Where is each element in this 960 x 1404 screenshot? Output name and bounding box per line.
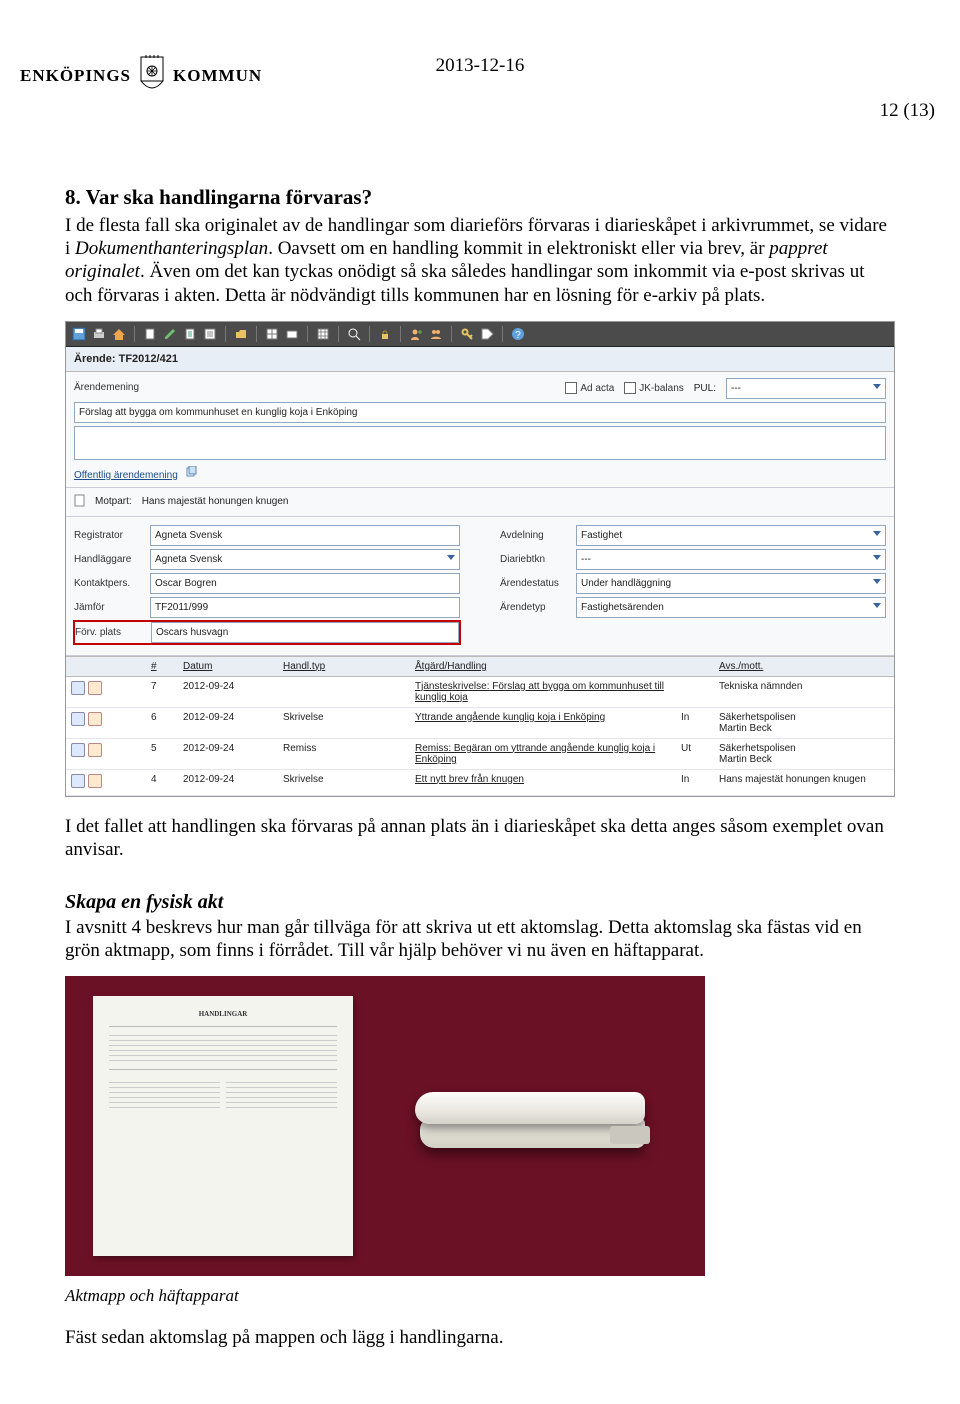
section-8-title: 8. Var ska handlingarna förvaras? bbox=[65, 185, 895, 210]
diariebtkn-select[interactable]: --- bbox=[576, 549, 886, 570]
col-handltyp[interactable]: Handl.typ bbox=[278, 656, 378, 676]
photo-aktmapp: HANDLINGAR bbox=[65, 976, 705, 1276]
kontakt-input[interactable]: Oscar Bogren bbox=[150, 573, 460, 594]
tag-icon[interactable] bbox=[480, 327, 494, 341]
col-atgard[interactable]: Åtgärd/Handling bbox=[410, 656, 676, 676]
org-left: ENKÖPINGS bbox=[20, 66, 131, 85]
jk-balans-checkbox[interactable]: JK-balans bbox=[624, 382, 683, 394]
help-icon[interactable]: ? bbox=[511, 327, 525, 341]
row-trash-icon[interactable] bbox=[71, 743, 85, 757]
arendestatus-select[interactable]: Under handläggning bbox=[576, 573, 886, 594]
table-row[interactable]: 5 2012-09-24 Remiss Remiss: Begäran om y… bbox=[66, 738, 894, 769]
handlingar-table: # Datum Handl.typ Åtgärd/Handling Avs./m… bbox=[66, 656, 894, 796]
photo-stapler bbox=[415, 1086, 650, 1158]
diariebtkn-label: Diariebtkn bbox=[500, 554, 570, 565]
row-trash-icon[interactable] bbox=[71, 681, 85, 695]
app-screenshot: ? Ärende: TF2012/421 Ärendemening Ad act… bbox=[65, 321, 895, 797]
ad-acta-checkbox[interactable]: Ad acta bbox=[565, 382, 614, 394]
edit-icon[interactable] bbox=[163, 327, 177, 341]
print-icon[interactable] bbox=[92, 327, 106, 341]
arendemening-label: Ärendemening bbox=[74, 382, 139, 393]
lock-icon[interactable] bbox=[378, 327, 392, 341]
after-screenshot-para: I det fallet att handlingen ska förvaras… bbox=[65, 815, 895, 861]
list-icon[interactable] bbox=[203, 327, 217, 341]
row-trash-icon[interactable] bbox=[71, 712, 85, 726]
kontakt-label: Kontaktpers. bbox=[74, 578, 144, 589]
copy-icon[interactable] bbox=[185, 470, 197, 481]
crest-icon bbox=[138, 55, 166, 100]
save-icon[interactable] bbox=[72, 327, 86, 341]
row-open-icon[interactable] bbox=[88, 774, 102, 788]
col-avs[interactable]: Avs./mott. bbox=[714, 656, 894, 676]
card-icon[interactable] bbox=[285, 327, 299, 341]
page-indicator: 12 (13) bbox=[880, 100, 935, 122]
skapa-para: I avsnitt 4 beskrevs hur man går tillväg… bbox=[65, 916, 895, 962]
user-add-icon[interactable] bbox=[409, 327, 423, 341]
avdelning-select[interactable]: Fastighet bbox=[576, 525, 886, 546]
avdelning-label: Avdelning bbox=[500, 530, 570, 541]
col-datum[interactable]: Datum bbox=[178, 656, 278, 676]
arendestatus-label: Ärendestatus bbox=[500, 578, 570, 589]
final-line: Fäst sedan aktomslag på mappen och lägg … bbox=[65, 1326, 895, 1349]
arendetyp-label: Ärendetyp bbox=[500, 602, 570, 613]
table-header-row: # Datum Handl.typ Åtgärd/Handling Avs./m… bbox=[66, 656, 894, 676]
registrator-label: Registrator bbox=[74, 530, 144, 541]
org-right: KOMMUN bbox=[173, 66, 262, 85]
org-logo: ENKÖPINGS KOMMUN bbox=[20, 55, 280, 100]
table-row[interactable]: 7 2012-09-24 Tjänsteskrivelse: Förslag a… bbox=[66, 676, 894, 707]
table-row[interactable]: 4 2012-09-24 Skrivelse Ett nytt brev frå… bbox=[66, 769, 894, 795]
registrator-input[interactable]: Agneta Svensk bbox=[150, 525, 460, 546]
doc-icon bbox=[74, 494, 85, 510]
forvplats-input[interactable]: Oscars husvagn bbox=[151, 622, 459, 643]
arendetyp-select[interactable]: Fastighetsärenden bbox=[576, 597, 886, 618]
row-open-icon[interactable] bbox=[88, 712, 102, 726]
section-8-para: I de flesta fall ska originalet av de ha… bbox=[65, 214, 895, 307]
offentlig-link[interactable]: Offentlig ärendemening bbox=[74, 470, 178, 481]
note-icon[interactable] bbox=[183, 327, 197, 341]
folder-icon[interactable] bbox=[234, 327, 248, 341]
arendemening-input[interactable]: Förslag att bygga om kommunhuset en kung… bbox=[74, 402, 886, 423]
photo-caption: Aktmapp och häftapparat bbox=[65, 1286, 895, 1306]
arendemening-extra[interactable] bbox=[74, 426, 886, 460]
table-row[interactable]: 6 2012-09-24 Skrivelse Yttrande angående… bbox=[66, 707, 894, 738]
user-group-icon[interactable] bbox=[429, 327, 443, 341]
key-icon[interactable] bbox=[460, 327, 474, 341]
row-open-icon[interactable] bbox=[88, 681, 102, 695]
row-trash-icon[interactable] bbox=[71, 774, 85, 788]
forvplats-label: Förv. plats bbox=[75, 627, 145, 638]
handlaggare-label: Handläggare bbox=[74, 554, 144, 565]
photo-paper: HANDLINGAR bbox=[93, 996, 353, 1256]
svg-text:?: ? bbox=[515, 330, 521, 341]
pul-label: PUL: bbox=[694, 383, 716, 394]
home-icon[interactable] bbox=[112, 327, 126, 341]
motpart-label: Motpart: bbox=[95, 496, 132, 507]
table-icon[interactable] bbox=[265, 327, 279, 341]
app-toolbar: ? bbox=[66, 322, 894, 347]
jamfor-input[interactable]: TF2011/999 bbox=[150, 597, 460, 618]
case-title: Ärende: TF2012/421 bbox=[66, 347, 894, 372]
col-num[interactable]: # bbox=[146, 656, 178, 676]
new-doc-icon[interactable] bbox=[143, 327, 157, 341]
skapa-title: Skapa en fysisk akt bbox=[65, 891, 895, 914]
search-icon[interactable] bbox=[347, 327, 361, 341]
handlaggare-select[interactable]: Agneta Svensk bbox=[150, 549, 460, 570]
pul-select[interactable]: --- bbox=[726, 378, 886, 399]
jamfor-label: Jämför bbox=[74, 602, 144, 613]
row-open-icon[interactable] bbox=[88, 743, 102, 757]
motpart-value: Hans majestät honungen knugen bbox=[142, 496, 289, 507]
grid-icon[interactable] bbox=[316, 327, 330, 341]
